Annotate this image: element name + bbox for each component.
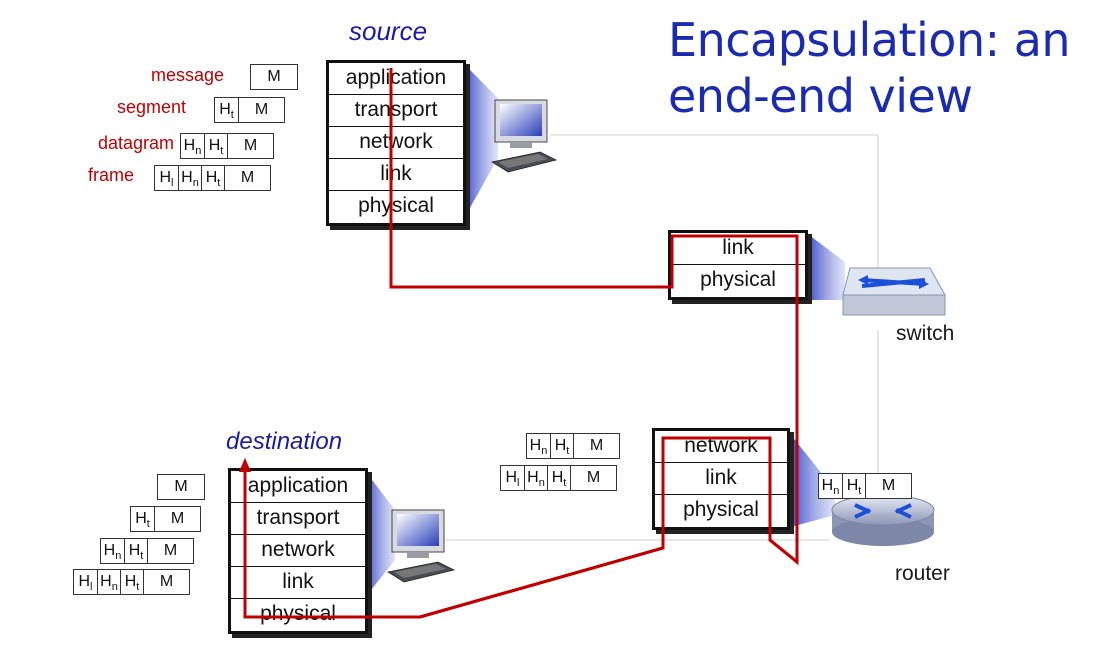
router-physical-layer: physical — [683, 498, 759, 521]
source-label: source — [349, 16, 428, 46]
transport-header: Ht — [120, 570, 143, 594]
payload-m: M — [174, 478, 188, 495]
message-label: message — [150, 65, 224, 85]
source-physical-layer: physical — [358, 194, 434, 217]
switch-protocol-stack: link physical — [668, 230, 808, 300]
router-output-datagram-packet: Hn Ht M — [818, 473, 912, 499]
transport-header: Ht — [550, 434, 573, 458]
frame-packet: Hl Hn Ht M — [154, 165, 271, 191]
router-protocol-stack: network link physical — [652, 428, 790, 530]
payload-m: M — [267, 68, 281, 85]
payload-m: M — [238, 98, 284, 122]
transport-header: Ht — [842, 474, 865, 498]
transport-header: Ht — [124, 539, 147, 563]
payload-m: M — [154, 507, 200, 531]
router-icon — [831, 494, 935, 546]
transport-header: Ht — [219, 101, 234, 122]
slide-title: Encapsulation: an end-end view — [668, 13, 1071, 123]
dest-segment-packet: Ht M — [130, 506, 201, 532]
network-header: Hn — [183, 137, 202, 158]
dest-transport-layer: transport — [231, 503, 365, 535]
payload-m: M — [573, 434, 619, 458]
dest-network-layer: network — [231, 535, 365, 567]
switch-beam — [805, 232, 845, 300]
link-header: Hl — [159, 169, 174, 190]
destination-protocol-stack: application transport network link physi… — [228, 468, 368, 634]
network-header: Hn — [103, 542, 122, 563]
destination-label: destination — [226, 428, 343, 455]
router-frame-packet: Hl Hn Ht M — [500, 465, 617, 491]
source-computer-icon — [490, 99, 558, 173]
router-network-layer: network — [655, 431, 787, 463]
transport-header: Ht — [135, 510, 150, 531]
message-packet: M — [250, 64, 298, 90]
network-header: Hn — [178, 166, 201, 190]
link-header: Hl — [78, 573, 93, 594]
payload-m: M — [224, 166, 270, 190]
dest-physical-layer: physical — [260, 602, 336, 625]
switch-physical-layer: physical — [700, 268, 776, 291]
dest-frame-packet: Hl Hn Ht M — [73, 569, 190, 595]
router-link-layer: link — [655, 463, 787, 495]
transport-header: Ht — [201, 166, 224, 190]
payload-m: M — [147, 539, 193, 563]
dest-message-packet: M — [157, 474, 205, 500]
dest-application-layer: application — [231, 471, 365, 503]
network-header: Hn — [821, 477, 840, 498]
payload-m: M — [227, 134, 273, 158]
datagram-packet: Hn Ht M — [180, 133, 274, 159]
destination-computer-icon — [386, 509, 456, 583]
transport-header: Ht — [547, 466, 570, 490]
switch-link-layer: link — [671, 233, 805, 265]
dest-link-layer: link — [231, 567, 365, 599]
source-network-layer: network — [329, 127, 463, 159]
payload-m: M — [143, 570, 189, 594]
source-beam — [462, 62, 498, 222]
switch-label: switch — [896, 322, 955, 345]
source-transport-layer: transport — [329, 95, 463, 127]
payload-m: M — [570, 466, 616, 490]
segment-label: segment — [116, 97, 186, 117]
network-header: Hn — [524, 466, 547, 490]
datagram-label: datagram — [97, 133, 174, 153]
source-protocol-stack: application transport network link physi… — [326, 60, 466, 226]
network-header: Hn — [529, 437, 548, 458]
segment-packet: Ht M — [214, 97, 285, 123]
router-label: router — [895, 562, 950, 585]
transport-header: Ht — [204, 134, 227, 158]
source-link-layer: link — [329, 159, 463, 191]
network-header: Hn — [97, 570, 120, 594]
dest-datagram-packet: Hn Ht M — [100, 538, 194, 564]
frame-label: frame — [87, 165, 134, 185]
link-header: Hl — [505, 469, 520, 490]
router-datagram-packet: Hn Ht M — [526, 433, 620, 459]
source-application-layer: application — [329, 63, 463, 95]
payload-m: M — [865, 474, 911, 498]
switch-icon — [842, 267, 946, 316]
